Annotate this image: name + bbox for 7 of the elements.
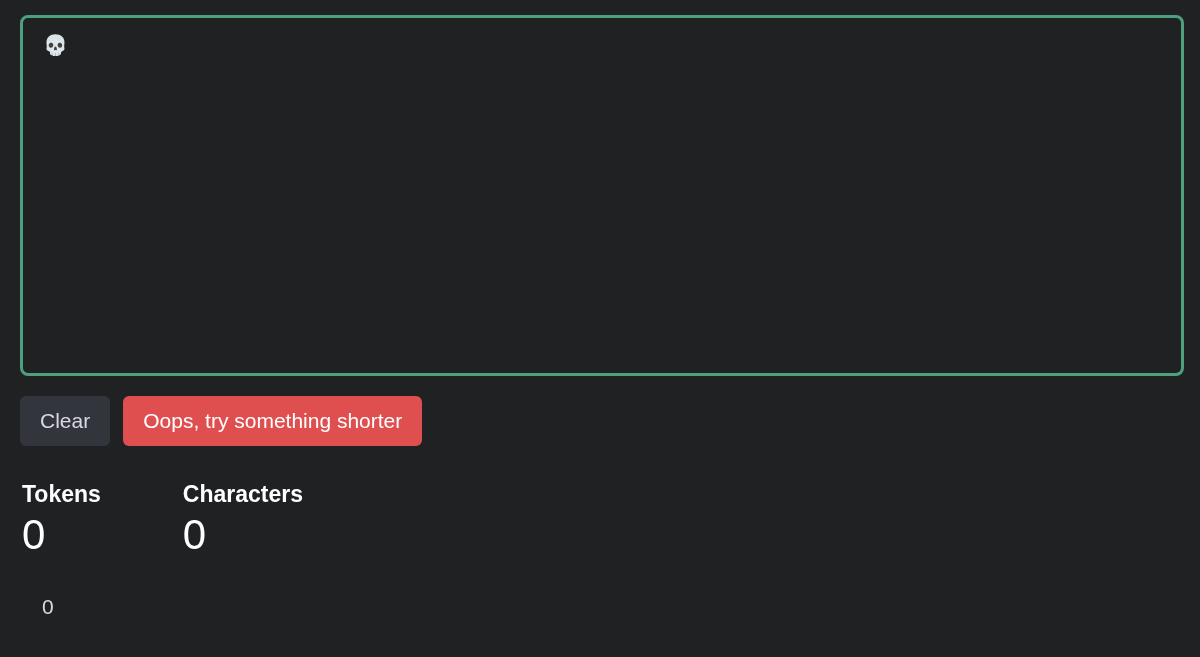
error-button[interactable]: Oops, try something shorter xyxy=(123,396,423,446)
stat-value: 0 xyxy=(182,509,208,560)
stat-label: Characters xyxy=(182,480,303,509)
stat-label: Tokens xyxy=(22,480,101,509)
stat-value: 0 xyxy=(22,509,47,560)
clear-button[interactable]: Clear xyxy=(20,396,111,446)
footer-value: 0 xyxy=(42,595,54,619)
